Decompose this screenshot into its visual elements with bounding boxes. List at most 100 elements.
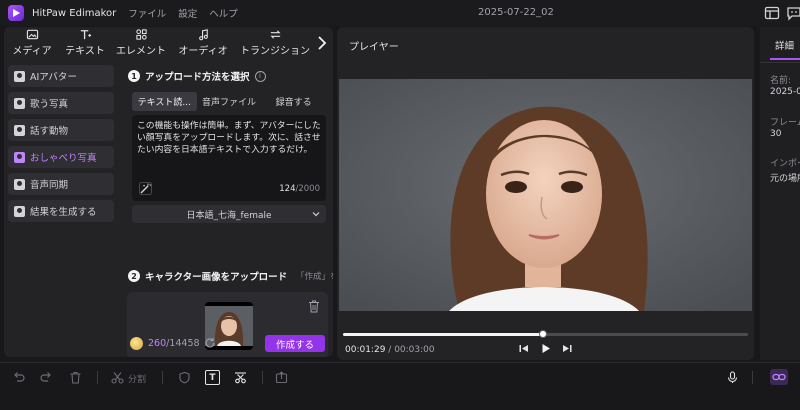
sidebar-item-label: 歌う写真 — [30, 99, 69, 110]
details-panel: 詳細 名前: 2025-07-22_02 フレームレート: 30 インポート: … — [760, 27, 800, 360]
tab-audio[interactable]: オーディオ — [172, 27, 234, 59]
talking-photo-form: 1 アップロード方法を選択 i テキスト読... 音声ファイル 録音する この機… — [122, 59, 333, 357]
play-icon[interactable] — [540, 343, 551, 354]
timeline-toolbar: 分割 T — [0, 362, 800, 410]
tab-details[interactable]: 詳細 — [775, 38, 794, 52]
singing-photo-icon — [14, 97, 25, 109]
chevron-right-icon[interactable] — [315, 33, 329, 53]
fps-label: フレームレート: — [770, 118, 800, 128]
video-preview[interactable] — [339, 79, 752, 311]
tab-transition[interactable]: トランジション — [234, 27, 316, 59]
time-separator: / — [385, 345, 395, 355]
player-title: プレイヤー — [349, 42, 399, 53]
app-name: HitPaw Edimakor — [32, 7, 117, 19]
sidebar-item-label: 音声同期 — [30, 180, 69, 191]
animal-icon — [14, 124, 25, 136]
sidebar-item-talking-photo[interactable]: おしゃべり写真 — [8, 146, 114, 168]
sidebar-item-label: 話す動物 — [30, 126, 69, 137]
details-tab-underline — [770, 58, 800, 60]
folder-icon — [14, 205, 25, 217]
separator — [97, 371, 98, 384]
step2-title-text: キャラクター画像をアップロード — [145, 272, 288, 283]
link-icon[interactable] — [770, 369, 788, 385]
playback-progress[interactable] — [343, 330, 748, 338]
current-time: 00:01:29 — [345, 345, 386, 355]
tool-tabs: メディア テキスト エレメント オーディオ トランジション — [4, 27, 333, 59]
sidebar-item-talking-animal[interactable]: 話す動物 — [8, 119, 114, 141]
previous-frame-icon[interactable] — [518, 343, 529, 354]
side-nav: AIアバター 歌う写真 話す動物 おしゃべり写真 音声同期 結果を生成する — [8, 65, 114, 227]
credits: 260/14458 — [148, 338, 200, 349]
media-icon — [26, 29, 38, 40]
tab-element-label: エレメント — [116, 46, 166, 57]
player-panel: プレイヤー 00:01:29 / 00:03:00 — [337, 27, 754, 360]
tab-record[interactable]: 録音する — [261, 92, 326, 111]
progress-fill — [343, 333, 544, 336]
script-text[interactable]: この機能も操作は簡単。まず、アバターにしたい顔写真をアップロードします。次に、話… — [137, 120, 321, 156]
create-button[interactable]: 作成する — [265, 335, 325, 352]
transition-icon — [269, 30, 281, 39]
step2-number: 2 — [128, 270, 140, 282]
voice-select[interactable]: 日本語_七海_female — [132, 205, 326, 223]
export-icon[interactable] — [275, 371, 288, 384]
name-value: 2025-07-22_02 — [770, 87, 800, 97]
next-frame-icon[interactable] — [562, 343, 573, 354]
tab-media[interactable]: メディア — [4, 27, 60, 59]
menu-settings[interactable]: 設定 — [178, 6, 197, 20]
tab-media-label: メディア — [12, 46, 52, 57]
tab-text[interactable]: テキスト — [60, 27, 110, 59]
avatar-icon — [14, 70, 25, 82]
talking-photo-icon — [14, 151, 25, 163]
music-note-icon — [198, 29, 208, 41]
sidebar-item-generate[interactable]: 結果を生成する — [8, 200, 114, 222]
microphone-icon[interactable] — [726, 371, 739, 384]
progress-handle[interactable] — [539, 330, 548, 338]
input-method-tabs: テキスト読... 音声ファイル 録音する — [132, 92, 326, 111]
sidebar-item-singing-photo[interactable]: 歌う写真 — [8, 92, 114, 114]
menu-file[interactable]: ファイル — [128, 6, 166, 20]
undo-icon[interactable] — [12, 371, 25, 384]
shield-icon[interactable] — [178, 371, 191, 384]
name-label: 名前: — [770, 76, 792, 86]
separator — [162, 371, 163, 384]
app-logo-icon — [8, 5, 24, 21]
sidebar-item-label: おしゃべり写真 — [30, 153, 97, 164]
separator — [262, 371, 263, 384]
info-icon[interactable]: i — [254, 70, 266, 82]
title-bar: HitPaw Edimakor ファイル 設定 ヘルプ 2025-07-22_0… — [0, 0, 800, 26]
char-count: 124 — [279, 184, 296, 194]
tab-audio-label: オーディオ — [178, 46, 228, 57]
timecode: 00:01:29 / 00:03:00 — [345, 345, 435, 355]
generate-bar: 260/14458 作成する — [122, 330, 333, 357]
delete-icon[interactable] — [69, 371, 82, 384]
import-value: 元の場所 — [770, 174, 800, 184]
script-textarea[interactable]: この機能も操作は簡単。まず、アバターにしたい顔写真をアップロードします。次に、話… — [132, 115, 326, 201]
divider — [760, 62, 800, 63]
magic-wand-icon[interactable] — [139, 182, 152, 195]
element-icon — [135, 29, 147, 40]
sidebar-item-lip-sync[interactable]: 音声同期 — [8, 173, 114, 195]
menu-help[interactable]: ヘルプ — [209, 6, 238, 20]
import-label: インポート: — [770, 159, 800, 169]
voice-select-value: 日本語_七海_female — [186, 210, 272, 221]
sidebar-item-ai-avatar[interactable]: AIアバター — [8, 65, 114, 87]
tab-text-to-speech[interactable]: テキスト読... — [132, 92, 197, 111]
text-tool-button[interactable]: T — [205, 370, 220, 385]
trash-icon[interactable] — [308, 300, 320, 313]
project-title: 2025-07-22_02 — [478, 7, 554, 18]
tab-element[interactable]: エレメント — [110, 27, 172, 59]
layout-icon[interactable] — [764, 5, 780, 21]
tab-audio-file[interactable]: 音声ファイル — [197, 92, 262, 111]
scissors-icon[interactable] — [111, 371, 124, 384]
tab-text-label: テキスト — [65, 46, 105, 57]
redo-icon[interactable] — [40, 371, 53, 384]
refresh-icon[interactable] — [204, 337, 216, 349]
feedback-icon[interactable] — [786, 5, 800, 21]
split-label[interactable]: 分割 — [128, 372, 146, 385]
fps-value: 30 — [770, 129, 782, 139]
text-icon — [80, 30, 91, 40]
cut-clip-icon[interactable] — [234, 371, 247, 384]
sidebar-item-label: 結果を生成する — [30, 207, 97, 218]
lip-sync-icon — [14, 178, 25, 190]
step1-title: 1 アップロード方法を選択 i — [128, 69, 266, 83]
